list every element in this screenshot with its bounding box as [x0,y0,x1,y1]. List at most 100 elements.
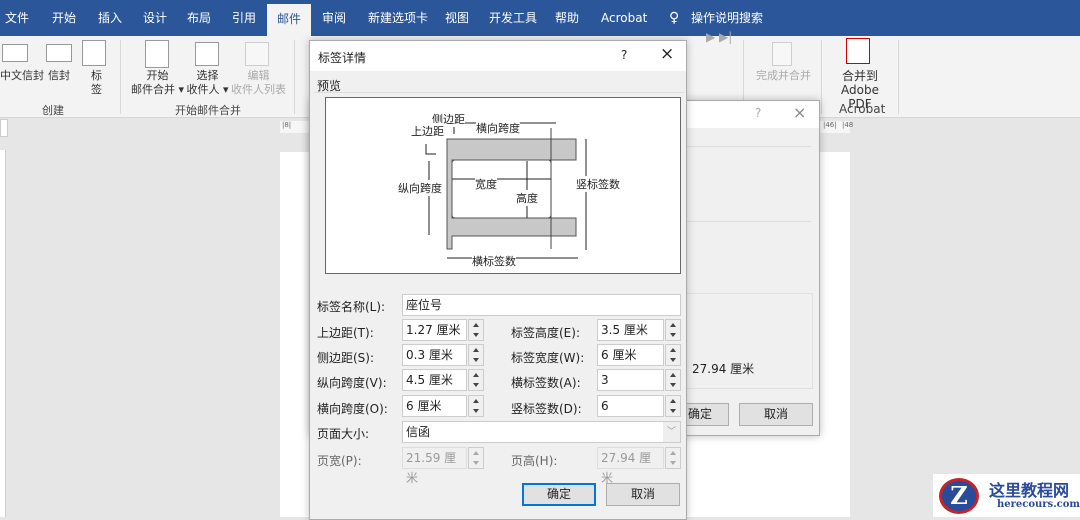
page-height-readout: 27.94 厘米 [692,362,755,376]
envelopes-button[interactable]: 信封 [48,69,70,83]
page-size-label: 页面大小: [317,427,370,441]
ruler-mark: |48 [842,121,854,129]
number-across-input[interactable]: 3 [597,369,664,391]
divider [294,40,295,114]
tab-new-tab[interactable]: 新建选项卡 [366,0,430,36]
divider [821,40,822,114]
number-across-label: 横标签数(A): [511,376,581,390]
watermark-z-icon: Z [939,478,979,514]
top-margin-spinner[interactable] [468,319,484,341]
diagram-number-down: 竖标签数 [576,176,620,192]
label: 收件人 ▾ [186,83,229,96]
number-down-spinner[interactable] [665,395,681,417]
navigation-arrows[interactable]: ▶ ▶| [706,30,732,44]
tab-developer[interactable]: 开发工具 [487,0,539,36]
label-height-input[interactable]: 3.5 厘米 [597,319,664,341]
close-button[interactable]: × [793,103,806,122]
tab-references[interactable]: 引用 [230,0,258,36]
tab-view[interactable]: 视图 [443,0,471,36]
merge-to-pdf-icon [846,38,870,64]
edit-recipient-list-icon [245,42,269,66]
side-margin-input[interactable]: 0.3 厘米 [402,344,467,366]
edit-recipient-list-button[interactable]: 编辑 收件人列表 [231,69,286,97]
diagram-height: 高度 [516,190,538,206]
chinese-envelope-button[interactable]: 中文信封 [0,69,44,83]
top-margin-input[interactable]: 1.27 厘米 [402,319,467,341]
dialog-title-bar: 标签详情 ? × [310,41,686,71]
watermark-url: herecours.com [997,499,1080,510]
diagram-number-across: 横标签数 [472,253,516,269]
label-width-input[interactable]: 6 厘米 [597,344,664,366]
side-margin-label: 侧边距(S): [317,351,375,365]
ok-button[interactable]: 确定 [522,483,596,506]
labels-button-line2[interactable]: 签 [91,83,102,97]
label: 收件人列表 [231,83,286,96]
page-width-input: 21.59 厘米 [402,447,467,485]
tab-help[interactable]: 帮助 [553,0,581,36]
label-width-spinner[interactable] [665,344,681,366]
finish-merge-button[interactable]: 完成并合并 [756,69,811,83]
horizontal-pitch-input[interactable]: 6 厘米 [402,395,467,417]
divider [120,40,121,114]
label-height-label: 标签高度(E): [511,326,580,340]
ruler-corner [0,119,8,137]
watermark-name: 这里教程网 [989,481,1070,500]
select-recipients-icon [195,42,219,66]
close-button[interactable]: × [660,44,674,64]
preview-box: 侧边距 上边距 横向跨度 纵向跨度 宽度 高度 竖标签数 横标签数 [325,97,681,274]
dialog-title: 标签详情 [318,51,367,65]
divider [314,92,684,93]
horizontal-pitch-label: 横向跨度(O): [317,402,388,416]
side-margin-spinner[interactable] [468,344,484,366]
page-size-select[interactable]: 信函 [402,421,681,443]
label: 邮件合并 ▾ [130,83,185,96]
tab-file[interactable]: 文件 [3,0,31,36]
label-rect [451,159,552,219]
start-mail-merge-button[interactable]: 开始 邮件合并 ▾ [130,69,185,97]
select-recipients-button[interactable]: 选择 收件人 ▾ [185,69,230,97]
label-name-label: 标签名称(L): [317,300,386,314]
labels-button-line1[interactable]: 标 [91,69,102,83]
ribbon-tab-bar: 文件 开始 插入 设计 布局 引用 邮件 审阅 新建选项卡 视图 开发工具 帮助… [0,0,1080,36]
page-height-spinner [665,447,681,469]
page-width-label: 页宽(P): [317,454,362,468]
ruler-mark: |46| [823,121,837,129]
group-label-create: 创建 [42,104,64,117]
horizontal-pitch-spinner[interactable] [468,395,484,417]
tab-acrobat[interactable]: Acrobat [599,0,649,36]
number-down-label: 竖标签数(D): [511,402,582,416]
label-height-spinner[interactable] [665,319,681,341]
cancel-button[interactable]: 取消 [606,483,680,506]
diagram-horizontal-pitch: 横向跨度 [476,120,520,136]
tab-review[interactable]: 审阅 [320,0,348,36]
diagram-vertical-pitch: 纵向跨度 [398,180,442,196]
finish-merge-icon [772,42,792,66]
chevron-down-icon[interactable]: ﹀ [663,422,680,442]
lightbulb-icon[interactable]: ♀ [667,0,681,36]
tab-insert[interactable]: 插入 [96,0,124,36]
page-height-input: 27.94 厘米 [597,447,664,485]
diagram-top-margin: 上边距 [411,123,444,139]
number-across-spinner[interactable] [665,369,681,391]
tab-home[interactable]: 开始 [50,0,78,36]
tab-design[interactable]: 设计 [141,0,169,36]
vertical-pitch-spinner[interactable] [468,369,484,391]
tab-mailings[interactable]: 邮件 [267,4,312,36]
cancel-button[interactable]: 取消 [739,403,813,426]
top-margin-arrow [425,144,436,155]
group-label-acrobat: Acrobat [839,102,886,116]
vertical-ruler[interactable] [0,150,6,517]
chinese-envelope-icon [2,44,28,62]
tab-layout[interactable]: 布局 [185,0,213,36]
help-button[interactable]: ? [755,106,761,120]
page-height-label: 页高(H): [511,454,558,468]
watermark-logo: Z 这里教程网 herecours.com [933,474,1080,517]
help-button[interactable]: ? [621,48,627,62]
label-name-input[interactable]: 座位号 [402,294,681,316]
number-down-input[interactable]: 6 [597,395,664,417]
diagram-width: 宽度 [475,176,497,192]
vertical-pitch-label: 纵向跨度(V): [317,376,387,390]
labels-icon [82,40,106,66]
vertical-pitch-input[interactable]: 4.5 厘米 [402,369,467,391]
ruler-mark: |8| [282,121,292,129]
